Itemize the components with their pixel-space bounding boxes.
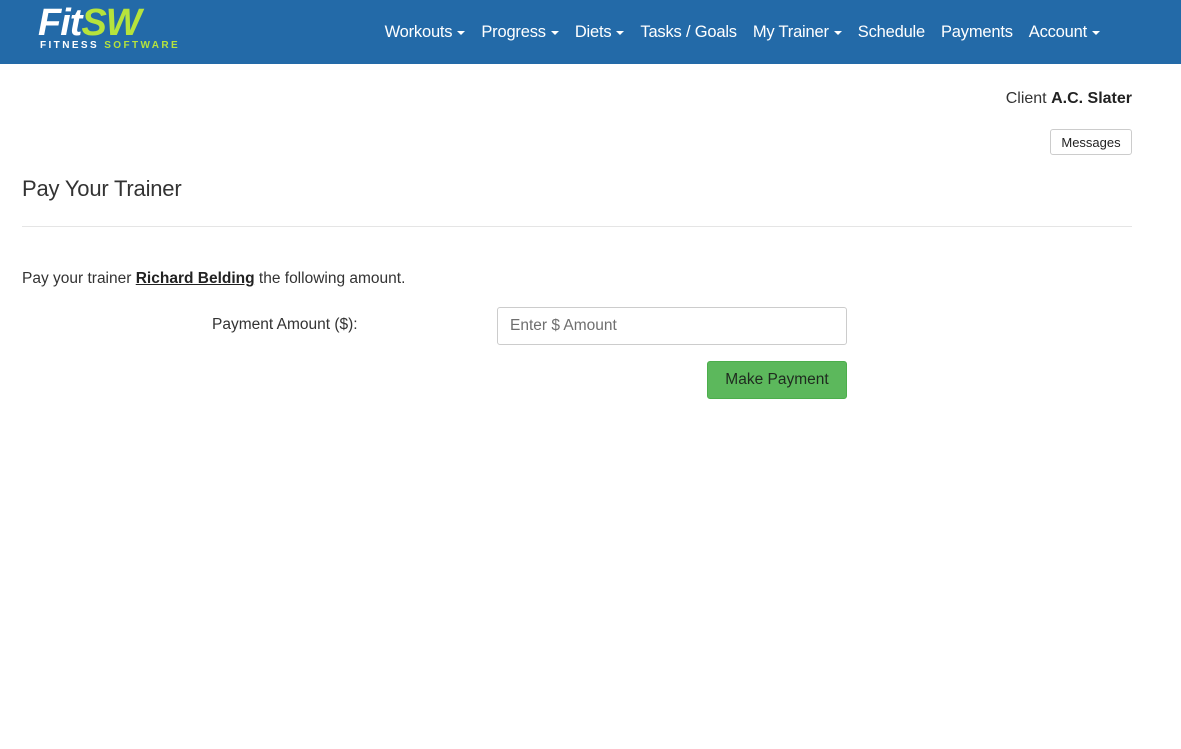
page-title: Pay Your Trainer [22, 176, 182, 201]
title-divider [22, 226, 1132, 227]
payment-intro-text: Pay your trainer Richard Belding the fol… [22, 270, 405, 288]
messages-button[interactable]: Messages [1050, 129, 1132, 155]
nav-item-payments[interactable]: Payments [933, 23, 1021, 42]
logo-wordmark: FitSW [38, 2, 142, 44]
nav-label: Tasks / Goals [640, 22, 737, 41]
nav-label: Progress [481, 22, 546, 41]
top-navbar: FitSW FITNESS SOFTWARE Workouts Progress… [0, 0, 1181, 64]
client-indicator: Client A.C. Slater [1006, 90, 1132, 108]
client-name: A.C. Slater [1051, 90, 1132, 107]
payment-amount-input[interactable] [497, 307, 847, 345]
nav-label: My Trainer [752, 22, 829, 41]
fitsw-logo[interactable]: FitSW FITNESS SOFTWARE [38, 3, 190, 53]
nav-label: Payments [941, 22, 1013, 41]
payment-amount-label: Payment Amount ($): [212, 316, 358, 333]
trainer-name-link[interactable]: Richard Belding [136, 270, 255, 287]
make-payment-button[interactable]: Make Payment [707, 361, 847, 399]
nav-item-my-trainer[interactable]: My Trainer [745, 23, 850, 42]
nav-label: Schedule [857, 22, 925, 41]
nav-item-workouts[interactable]: Workouts [377, 23, 474, 42]
caret-down-icon [833, 31, 842, 35]
caret-down-icon [550, 31, 559, 35]
nav-label: Diets [574, 22, 612, 41]
main-nav: Workouts Progress Diets Tasks / Goals My… [377, 0, 1108, 64]
intro-prefix: Pay your trainer [22, 270, 132, 287]
nav-item-diets[interactable]: Diets [567, 23, 633, 42]
nav-item-account[interactable]: Account [1021, 23, 1108, 42]
nav-label: Account [1028, 22, 1087, 41]
intro-suffix: the following amount. [258, 270, 406, 287]
nav-label: Workouts [384, 22, 453, 41]
nav-item-schedule[interactable]: Schedule [850, 23, 933, 42]
caret-down-icon [457, 31, 466, 35]
nav-item-progress[interactable]: Progress [473, 23, 566, 42]
caret-down-icon [1092, 31, 1100, 35]
logo-tagline: FITNESS SOFTWARE [40, 40, 181, 51]
client-prefix: Client [1005, 90, 1047, 107]
caret-down-icon [616, 31, 625, 35]
nav-item-tasks-goals[interactable]: Tasks / Goals [632, 23, 744, 42]
